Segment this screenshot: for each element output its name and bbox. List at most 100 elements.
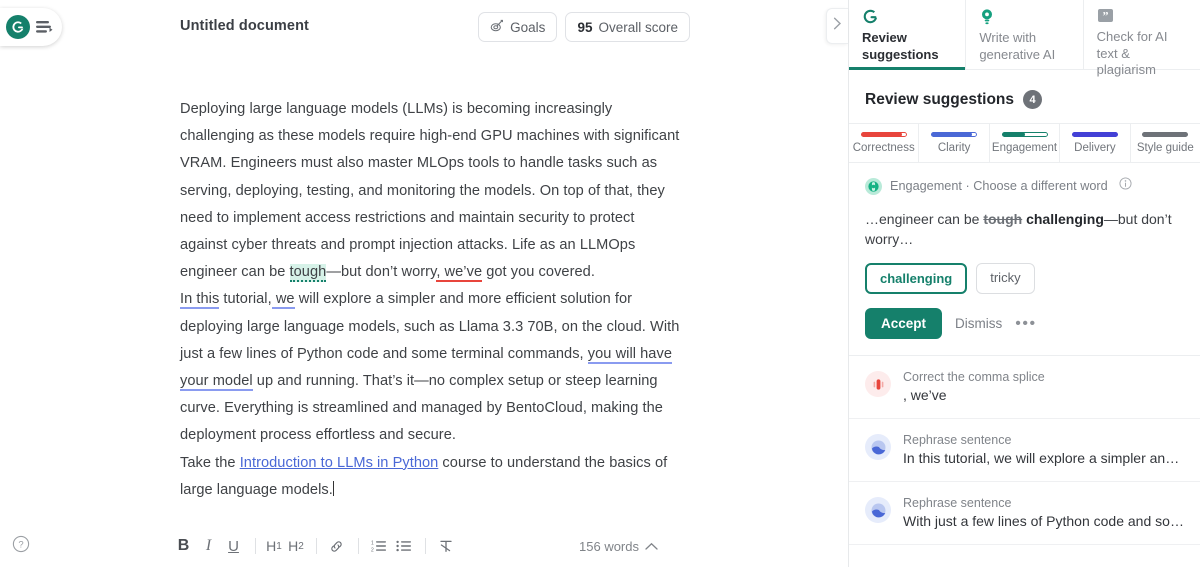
replacement-chips: challenging tricky [865, 263, 1184, 294]
suggestion-preview: …engineer can be tough challenging—but d… [865, 209, 1184, 249]
heading-1-button[interactable]: H1 [264, 533, 284, 559]
document-paragraph: Take the Introduction to LLMs in Python … [180, 450, 685, 504]
collapse-sidebar-button[interactable] [826, 8, 848, 44]
category-label: Style guide [1136, 142, 1194, 154]
editor-bottom-bar: ? B I U H1 H2 1 2 156 words [0, 527, 848, 567]
suggestion-snippet: , we’ve [903, 387, 947, 403]
svg-text:2: 2 [371, 548, 374, 554]
document-text: Deploying large language models (LLMs) i… [180, 101, 680, 281]
active-suggestion-card[interactable]: Engagement · Choose a different word …en… [849, 163, 1200, 356]
more-options-button[interactable]: ••• [1015, 315, 1036, 331]
lightbulb-icon [979, 8, 1072, 26]
word-count-label: 156 words [579, 539, 639, 554]
bold-button[interactable]: B [172, 533, 195, 559]
suggestion-title: Correct the comma splice [903, 370, 1045, 384]
italic-button[interactable]: I [197, 533, 220, 559]
help-icon[interactable]: ? [12, 535, 30, 553]
info-icon[interactable] [1119, 177, 1132, 195]
tab-review-suggestions[interactable]: Review suggestions [849, 0, 967, 70]
chevron-up-icon [645, 539, 658, 554]
chevron-right-icon [833, 17, 842, 35]
suggestion-rephrase-2[interactable]: Rephrase sentence With just a few lines o… [849, 482, 1200, 545]
category-progress-bar [931, 132, 978, 137]
suggestion-rephrase-1[interactable]: Rephrase sentence In this tutorial, we wi… [849, 419, 1200, 482]
tab-label: Check for AI text & plagiarism [1096, 29, 1168, 77]
category-delivery[interactable]: Delivery [1060, 124, 1131, 162]
category-progress-bar [1071, 132, 1118, 137]
svg-text:”: ” [1102, 8, 1108, 22]
tab-label: Review suggestions [862, 30, 939, 62]
heading-2-button[interactable]: H2 [286, 533, 306, 559]
dismiss-button[interactable]: Dismiss [955, 316, 1002, 331]
toolbar-divider [425, 538, 426, 554]
suggestion-count-badge: 4 [1023, 90, 1043, 109]
category-label: Engagement [991, 142, 1058, 154]
chip-challenging[interactable]: challenging [865, 263, 968, 294]
suggestion-snippet: In this tutorial, we will explore a simp… [903, 450, 1184, 466]
preview-replacement: challenging [1026, 211, 1104, 227]
goals-button[interactable]: Goals [478, 12, 558, 42]
category-style-guide[interactable]: Style guide [1131, 124, 1200, 162]
underline-button[interactable]: U [222, 533, 245, 559]
formatting-toolbar: B I U H1 H2 1 2 [172, 533, 459, 559]
top-actions: Goals 95 Overall score [478, 12, 690, 42]
overall-score-label: Overall score [598, 19, 678, 35]
overall-score-button[interactable]: 95 Overall score [565, 12, 690, 42]
goals-target-icon [490, 19, 504, 36]
word-count[interactable]: 156 words [579, 539, 658, 554]
goals-label: Goals [510, 19, 546, 35]
category-label: Clarity [937, 142, 971, 154]
suggestion-category-label: Engagement · Choose a different word [890, 179, 1108, 193]
tab-label: Write with generative AI [979, 30, 1056, 62]
suggestion-text: Rephrase sentence With just a few lines o… [903, 495, 1184, 531]
assistant-sidebar: Review suggestions Write with generative… [848, 0, 1200, 567]
category-engagement[interactable]: Engagement [990, 124, 1061, 162]
category-progress-bar [1142, 132, 1189, 137]
suggestion-comma-splice[interactable]: Correct the comma splice , we’ve [849, 356, 1200, 419]
document-editor[interactable]: Deploying large language models (LLMs) i… [180, 96, 685, 504]
accept-button[interactable]: Accept [865, 308, 943, 339]
correctness-underline-weve[interactable]: , we’ve [436, 264, 483, 283]
category-label: Correctness [852, 142, 915, 154]
toolbar-divider [255, 538, 256, 554]
suggestion-text: Rephrase sentence In this tutorial, we wi… [903, 432, 1184, 468]
grammarly-g-icon [862, 8, 955, 26]
tab-write-with-generative-ai[interactable]: Write with generative AI [966, 0, 1084, 69]
suggestion-title: Rephrase sentence [903, 496, 1012, 510]
editor-pane: Untitled document Goals 95 Overall score [0, 0, 848, 567]
toolbar-divider [316, 538, 317, 554]
tab-check-for-ai-text-plagiarism[interactable]: ” Check for AI text & plagiarism [1084, 0, 1200, 77]
app-root: Untitled document Goals 95 Overall score [0, 0, 1200, 567]
sidebar-tabs: Review suggestions Write with generative… [849, 0, 1200, 77]
category-progress-bar [860, 132, 907, 137]
document-paragraph: Deploying large language models (LLMs) i… [180, 96, 685, 286]
suggestion-snippet: With just a few lines of Python code and… [903, 513, 1184, 529]
suggestion-text: Correct the comma splice , we’ve [903, 369, 1184, 405]
category-label: Delivery [1074, 142, 1116, 154]
engagement-highlight-tough[interactable]: tough [289, 264, 327, 283]
document-text: got you covered. [482, 264, 595, 281]
suggestion-actions: Accept Dismiss ••• [865, 308, 1184, 339]
document-title[interactable]: Untitled document [180, 18, 309, 34]
engagement-icon [865, 177, 882, 195]
document-hyperlink[interactable]: Introduction to LLMs in Python [240, 455, 439, 471]
overall-score-value: 95 [577, 19, 593, 35]
document-text: up and running. That’s it—no complex set… [180, 373, 663, 444]
toolbar-divider [358, 538, 359, 554]
bullet-list-icon[interactable] [392, 533, 415, 559]
correctness-icon [865, 371, 891, 397]
category-progress-bar [1001, 132, 1048, 137]
document-text: tutorial, [219, 291, 272, 308]
chip-tricky[interactable]: tricky [976, 263, 1035, 294]
document-paragraph: In this tutorial, we will explore a simp… [180, 286, 685, 449]
link-icon[interactable] [325, 533, 348, 559]
clear-formatting-icon[interactable] [434, 533, 457, 559]
svg-text:1: 1 [371, 541, 374, 547]
category-clarity[interactable]: Clarity [919, 124, 990, 162]
clarity-underline[interactable]: we [271, 291, 295, 310]
document-text: —but don’t worry [326, 264, 437, 281]
clarity-underline[interactable]: In this [180, 291, 220, 310]
numbered-list-icon[interactable]: 1 2 [367, 533, 390, 559]
category-correctness[interactable]: Correctness [849, 124, 920, 162]
suggestion-list: Correct the comma splice , we’ve Rephrase … [849, 356, 1200, 545]
